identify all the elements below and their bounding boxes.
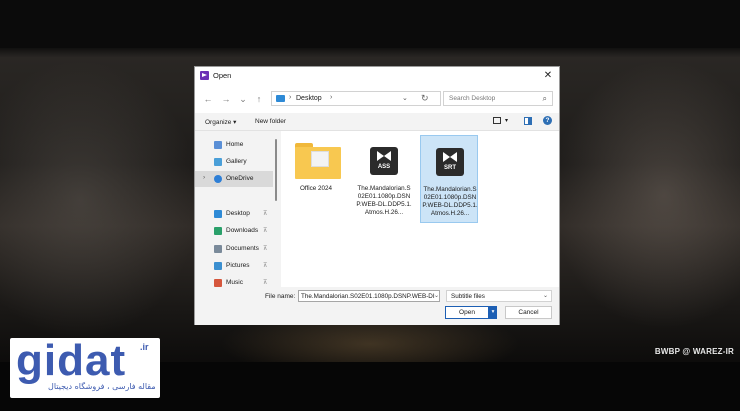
sidebar-item-onedrive[interactable]: › OneDrive [195, 171, 273, 187]
recent-locations-button[interactable]: ⌄ [237, 94, 249, 104]
up-button[interactable]: ↑ [253, 94, 265, 104]
close-button[interactable]: ✕ [541, 69, 555, 83]
file-name-dropdown-icon[interactable]: ⌄ [434, 292, 439, 299]
address-bar[interactable]: › Desktop › ⌄ [271, 91, 441, 106]
desktop-folder-icon [276, 95, 285, 102]
srt-subtitle-icon: SRT [436, 148, 464, 176]
file-type-tag: ASS [377, 164, 391, 170]
sidebar-item-label: Home [226, 141, 244, 148]
file-list: Office 2024 ASS The.Mandalorian.S02E01.1… [281, 131, 559, 287]
chevron-down-icon: ⌄ [542, 293, 548, 299]
onedrive-icon [214, 175, 222, 183]
documents-icon [214, 245, 222, 253]
logo-tagline: مقاله فارسی ، فروشگاه دیجیتال [48, 382, 156, 391]
logo-tld: .ir [140, 342, 149, 352]
sidebar-item-label: Gallery [226, 158, 247, 165]
refresh-icon[interactable]: ↻ [421, 93, 429, 104]
forward-button[interactable]: → [220, 94, 232, 104]
chevron-right-icon[interactable]: › [330, 94, 332, 101]
sidebar-item-label: Music [226, 279, 243, 286]
sidebar-item-desktop[interactable]: Desktop ⊼ [195, 206, 273, 222]
view-dropdown-icon[interactable]: ▾ [505, 117, 508, 124]
folder-icon [295, 143, 341, 179]
address-dropdown-icon[interactable]: ⌄ [402, 94, 408, 102]
dialog-title: Open [213, 71, 232, 80]
file-type-select[interactable]: Subtitle files ⌄ [446, 290, 552, 302]
file-name: Office 2024 [299, 185, 333, 192]
breadcrumb-desktop[interactable]: Desktop [296, 95, 322, 102]
search-icon: ⌕ [542, 94, 547, 103]
pin-icon: ⊼ [263, 280, 268, 286]
music-icon [214, 279, 222, 287]
search-input[interactable]: Search Desktop [449, 95, 495, 102]
ass-subtitle-icon: ASS [370, 147, 398, 175]
open-button[interactable]: Open [445, 306, 489, 319]
downloads-icon [214, 227, 222, 235]
file-name-label: File name: [265, 293, 296, 300]
sidebar-item-label: Pictures [226, 262, 250, 269]
backdrop-light-left [0, 60, 200, 340]
open-file-dialog: Open ✕ ← → ⌄ ↑ › Desktop › ⌄ ↻ Search De… [194, 66, 560, 325]
pin-icon: ⊼ [263, 246, 268, 252]
navigation-pane: Home Gallery › OneDrive Desktop ⊼ Downlo… [195, 131, 279, 287]
sidebar-item-home[interactable]: Home [195, 137, 273, 153]
search-box[interactable]: Search Desktop ⌕ [443, 91, 553, 106]
file-name: The.Mandalorian.S02E01.1080p.DSNP.WEB-DL… [356, 185, 412, 216]
open-dropdown-button[interactable]: ▾ [489, 306, 497, 319]
file-type-tag: SRT [444, 165, 456, 171]
organize-button[interactable]: Organize ▾ [205, 118, 236, 126]
desktop-icon [214, 210, 222, 218]
view-icon[interactable] [493, 117, 501, 124]
sidebar-item-documents[interactable]: Documents ⊼ [195, 241, 273, 257]
sidebar-scrollbar[interactable] [275, 139, 277, 201]
pin-icon: ⊼ [263, 211, 268, 217]
sidebar-item-label: Desktop [226, 210, 250, 217]
help-icon[interactable]: ? [543, 116, 552, 125]
pin-icon: ⊼ [263, 228, 268, 234]
sidebar-item-downloads[interactable]: Downloads ⊼ [195, 223, 273, 239]
letterbox-top [0, 0, 740, 48]
pictures-icon [214, 262, 222, 270]
command-bar: Organize ▾ New folder ▾ ? [195, 113, 559, 131]
back-button[interactable]: ← [202, 94, 214, 104]
file-name: The.Mandalorian.S02E01.1080p.DSNP.WEB-DL… [422, 186, 478, 217]
title-bar: Open ✕ [195, 67, 559, 85]
video-watermark: BWBP @ WAREZ-IR [654, 347, 734, 356]
file-item-srt[interactable]: SRT The.Mandalorian.S02E01.1080p.DSNP.WE… [420, 135, 478, 223]
site-logo: gidat .ir مقاله فارسی ، فروشگاه دیجیتال [10, 336, 160, 398]
file-item-folder[interactable]: Office 2024 [287, 135, 345, 223]
gallery-icon [214, 158, 222, 166]
file-item-ass[interactable]: ASS The.Mandalorian.S02E01.1080p.DSNP.WE… [355, 135, 413, 223]
sidebar-item-music[interactable]: Music ⊼ [195, 275, 273, 287]
pin-icon: ⊼ [263, 263, 268, 269]
sidebar-item-pictures[interactable]: Pictures ⊼ [195, 258, 273, 274]
cancel-button[interactable]: Cancel [505, 306, 552, 319]
preview-pane-icon[interactable] [524, 117, 532, 125]
sidebar-item-label: Downloads [226, 227, 259, 234]
logo-word: gidat [16, 336, 127, 385]
sidebar-item-label: OneDrive [226, 175, 254, 182]
file-type-value: Subtitle files [451, 293, 485, 300]
chevron-right-icon[interactable]: › [289, 94, 291, 101]
sidebar-item-gallery[interactable]: Gallery [195, 154, 273, 170]
backdrop-light-right [550, 60, 740, 330]
sidebar-item-label: Documents [226, 245, 259, 252]
app-icon [200, 71, 209, 80]
home-icon [214, 141, 222, 149]
file-name-input[interactable]: The.Mandalorian.S02E01.1080p.DSNP.WEB-DI [298, 290, 440, 302]
new-folder-button[interactable]: New folder [255, 118, 286, 125]
chevron-right-icon[interactable]: › [203, 174, 205, 181]
dialog-footer: File name: The.Mandalorian.S02E01.1080p.… [195, 287, 559, 325]
navigation-bar: ← → ⌄ ↑ › Desktop › ⌄ ↻ Search Desktop ⌕ [195, 85, 559, 113]
